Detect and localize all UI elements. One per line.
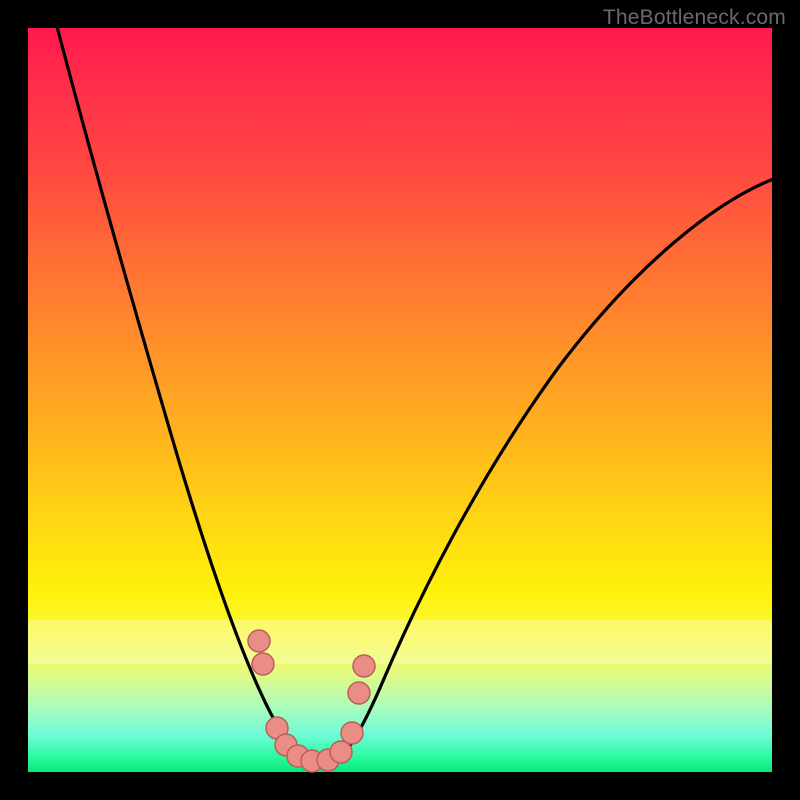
marker-dot (252, 653, 274, 675)
marker-dot (353, 655, 375, 677)
marker-group (248, 630, 375, 772)
curve-right-arm (328, 178, 776, 766)
chart-outer-frame: TheBottleneck.com (0, 0, 800, 800)
marker-dot (341, 722, 363, 744)
attribution-text: TheBottleneck.com (603, 6, 786, 30)
chart-svg (28, 28, 772, 772)
marker-dot (348, 682, 370, 704)
marker-dot (248, 630, 270, 652)
marker-dot (330, 741, 352, 763)
curve-left-arm (50, 0, 313, 766)
